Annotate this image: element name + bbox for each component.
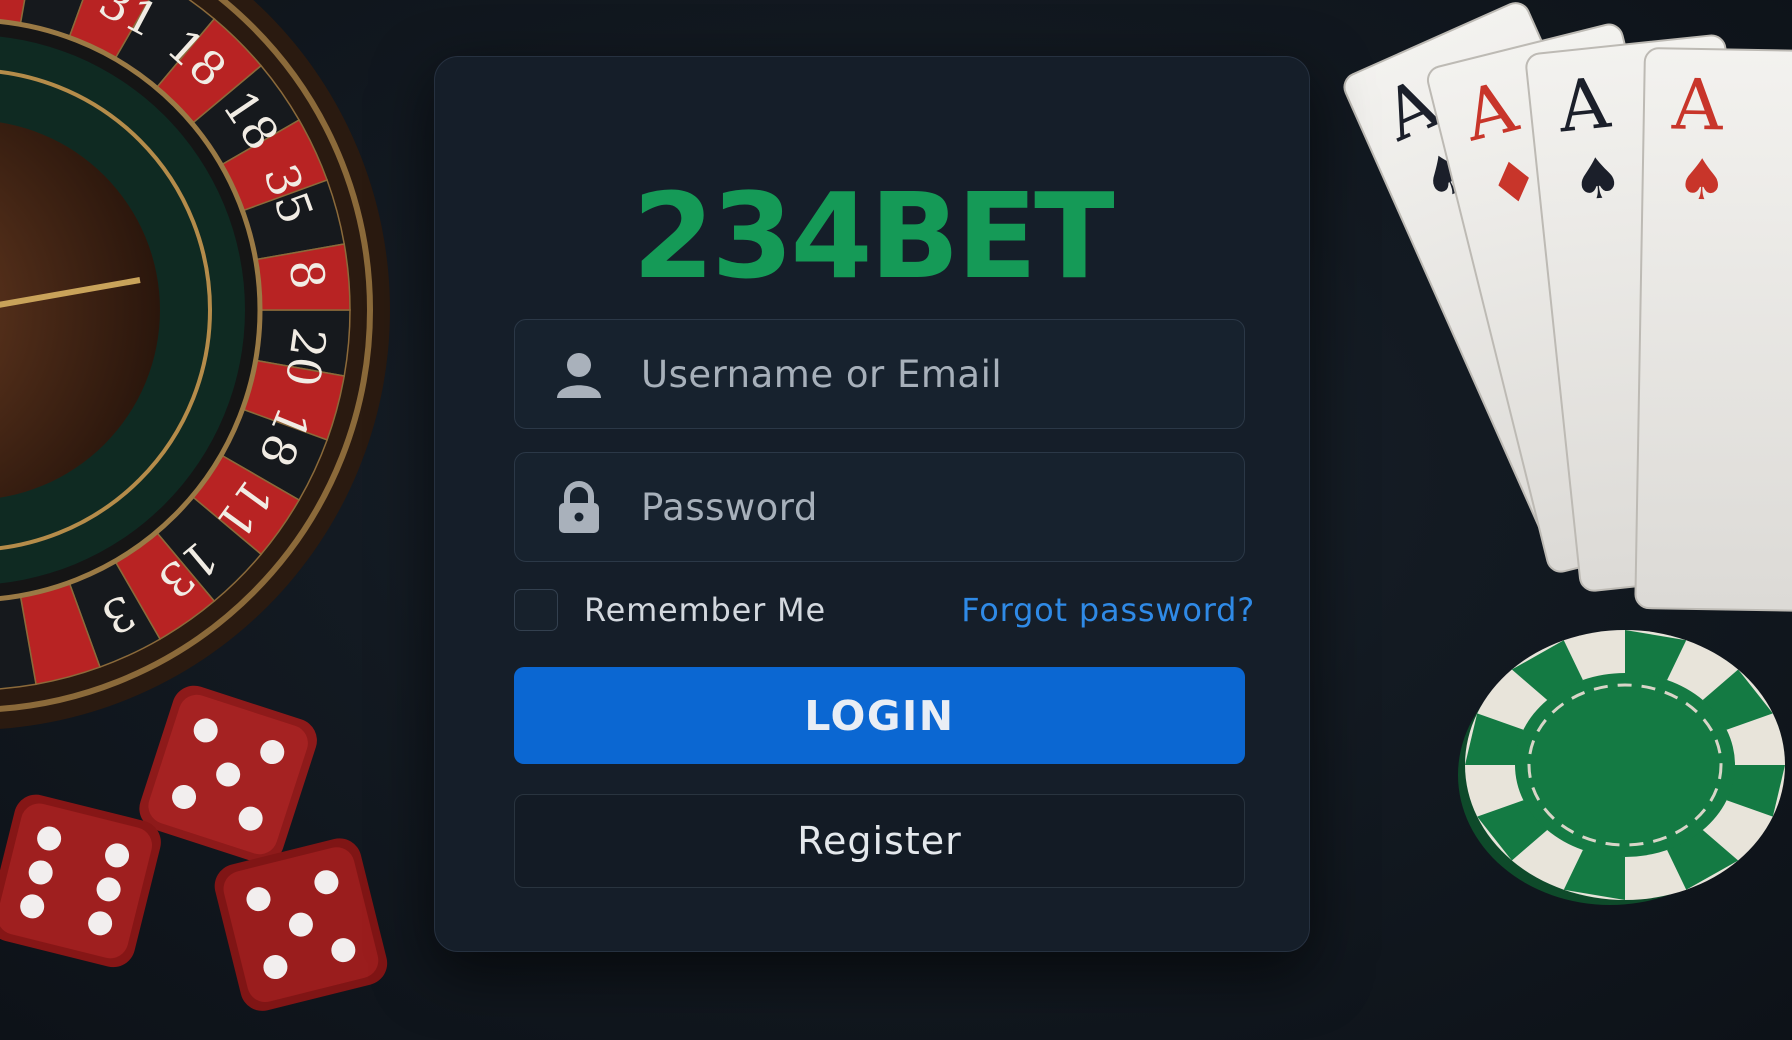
dice <box>0 685 388 1011</box>
svg-text:♠: ♠ <box>1569 145 1626 215</box>
playing-cards: A ♠ A ♦ A ♠ A ♠ <box>1343 2 1792 613</box>
lock-icon <box>549 477 609 537</box>
username-input[interactable] <box>641 352 1244 396</box>
register-button[interactable]: Register <box>514 794 1245 888</box>
login-card: 234BET Remember Me Forgot password? LOGI… <box>434 56 1310 952</box>
roulette-number: 20 <box>275 324 337 389</box>
roulette-wheel: 311818358201811133 <box>0 0 390 729</box>
svg-text:♠: ♠ <box>1676 148 1727 214</box>
forgot-password-link[interactable]: Forgot password? <box>961 591 1255 629</box>
password-field[interactable] <box>514 452 1245 562</box>
brand-logo: 234BET <box>632 167 1114 305</box>
svg-text:A: A <box>1553 62 1614 149</box>
poker-chips <box>1458 630 1785 905</box>
roulette-number: 8 <box>279 257 336 292</box>
user-icon <box>549 344 609 404</box>
remember-me-label: Remember Me <box>584 591 826 629</box>
svg-text:A: A <box>1670 63 1724 146</box>
login-button[interactable]: LOGIN <box>514 667 1245 764</box>
remember-me-toggle[interactable]: Remember Me <box>514 589 826 631</box>
remember-me-checkbox[interactable] <box>514 589 558 631</box>
password-input[interactable] <box>641 485 1244 529</box>
login-options-row: Remember Me Forgot password? <box>514 585 1255 635</box>
username-field[interactable] <box>514 319 1245 429</box>
